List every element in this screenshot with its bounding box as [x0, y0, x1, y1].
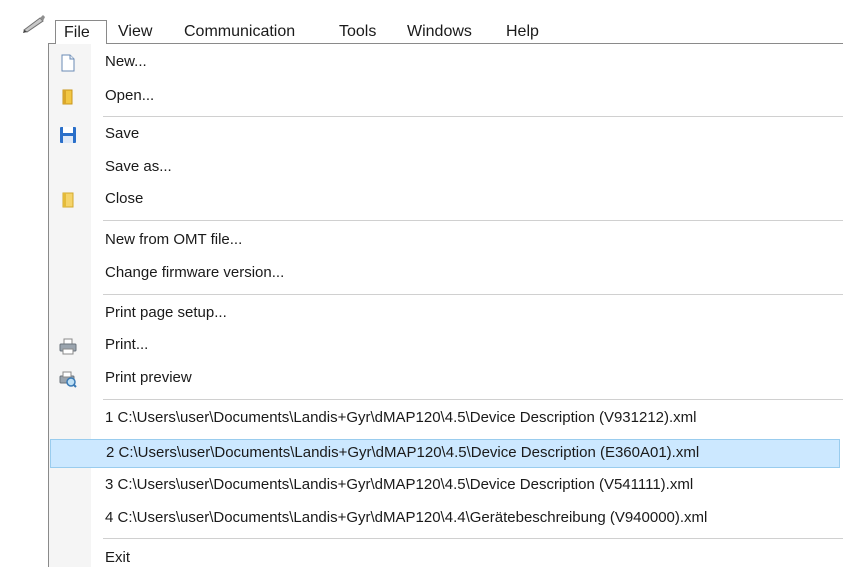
- separator: [103, 538, 843, 539]
- menu-item-recent-2[interactable]: 2 C:\Users\user\Documents\Landis+Gyr\dMA…: [50, 439, 840, 468]
- menu-item-label: New...: [105, 53, 147, 70]
- menu-item-label: Print preview: [105, 369, 192, 386]
- menu-item-label: Open...: [105, 87, 155, 104]
- separator: [103, 220, 843, 221]
- pen-icon: [22, 14, 46, 34]
- floppy-disk-icon: [59, 126, 77, 144]
- open-folder-icon: [59, 88, 77, 106]
- menu-item-print-setup[interactable]: Print page setup...: [50, 301, 840, 327]
- menu-item-recent-4[interactable]: 4 C:\Users\user\Documents\Landis+Gyr\dMA…: [50, 506, 840, 532]
- menu-item-change-firmware[interactable]: Change firmware version...: [50, 261, 840, 287]
- menu-item-save[interactable]: Save: [50, 122, 840, 148]
- menu-view[interactable]: View: [118, 20, 152, 43]
- new-document-icon: [59, 54, 77, 72]
- printer-icon: [59, 337, 77, 355]
- separator: [103, 294, 843, 295]
- menu-item-label: Exit: [105, 549, 131, 566]
- menu-item-exit[interactable]: Exit: [50, 546, 840, 572]
- menu-item-label: Print page setup...: [105, 304, 227, 321]
- menu-item-label: 2 C:\Users\user\Documents\Landis+Gyr\dMA…: [106, 444, 700, 461]
- menu-item-label: Save as...: [105, 158, 172, 175]
- menu-item-open[interactable]: Open...: [50, 84, 840, 110]
- menu-communication[interactable]: Communication: [184, 20, 295, 43]
- menu-windows[interactable]: Windows: [407, 20, 472, 43]
- separator: [103, 399, 843, 400]
- menu-help[interactable]: Help: [506, 20, 539, 43]
- menu-item-label: New from OMT file...: [105, 231, 243, 248]
- menu-item-label: 3 C:\Users\user\Documents\Landis+Gyr\dMA…: [105, 476, 694, 493]
- menu-item-print[interactable]: Print...: [50, 333, 840, 359]
- menu-item-recent-1[interactable]: 1 C:\Users\user\Documents\Landis+Gyr\dMA…: [50, 406, 840, 432]
- menu-file[interactable]: File: [55, 20, 107, 44]
- menu-item-label: 4 C:\Users\user\Documents\Landis+Gyr\dMA…: [105, 509, 708, 526]
- menu-item-save-as[interactable]: Save as...: [50, 155, 840, 181]
- menu-item-label: Close: [105, 190, 144, 207]
- menu-item-label: Change firmware version...: [105, 264, 285, 281]
- file-dropdown: New... Open... Save Save as... Close New…: [48, 43, 843, 567]
- menu-item-print-preview[interactable]: Print preview: [50, 366, 840, 392]
- menubar: File View Communication Tools Windows He…: [0, 0, 843, 44]
- print-preview-icon: [59, 370, 77, 388]
- menu-item-close[interactable]: Close: [50, 187, 840, 213]
- menu-item-recent-3[interactable]: 3 C:\Users\user\Documents\Landis+Gyr\dMA…: [50, 473, 840, 499]
- menu-item-label: Print...: [105, 336, 149, 353]
- menu-item-label: 1 C:\Users\user\Documents\Landis+Gyr\dMA…: [105, 409, 697, 426]
- menu-item-label: Save: [105, 125, 140, 142]
- separator: [103, 116, 843, 117]
- menu-tools[interactable]: Tools: [339, 20, 376, 43]
- menu-item-new-from-omt[interactable]: New from OMT file...: [50, 228, 840, 254]
- menu-item-new[interactable]: New...: [50, 50, 840, 76]
- close-folder-icon: [59, 191, 77, 209]
